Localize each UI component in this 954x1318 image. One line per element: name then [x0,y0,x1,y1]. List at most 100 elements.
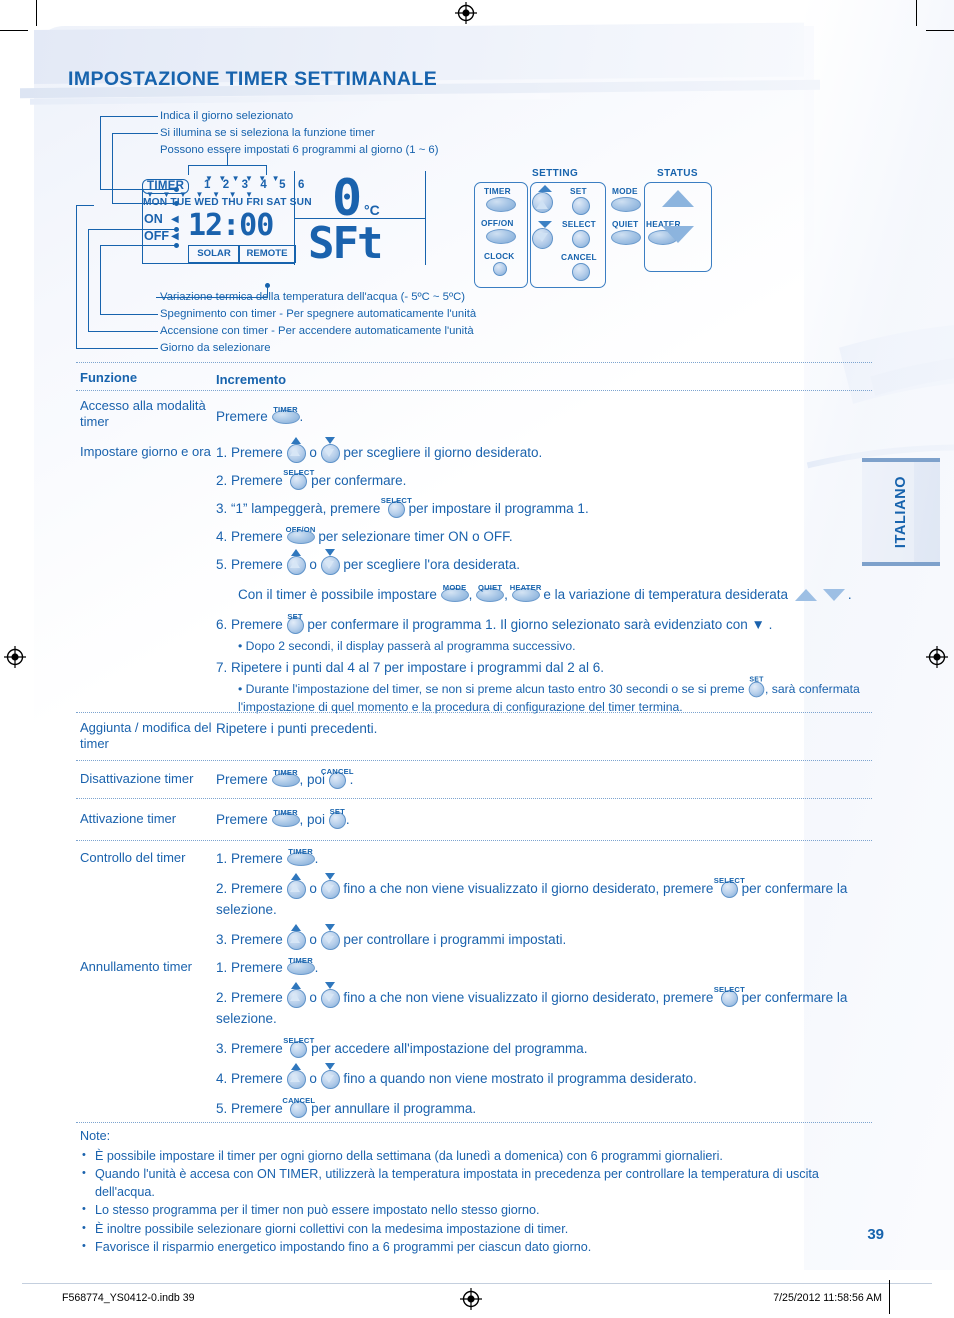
step-number: 1. [216,960,228,975]
lcd-remote-label: REMOTE [238,245,296,263]
timer-button-inline[interactable]: TIMER [286,847,315,867]
step-text: Premere [231,990,287,1005]
step-text-post: per selezionare timer ON o OFF. [314,529,513,544]
up-button-inline[interactable] [286,872,306,899]
remote-set-button[interactable] [572,197,590,215]
select-button-inline[interactable]: SELECT [283,468,314,490]
remote-cancel-button[interactable] [572,263,590,281]
offon-button-inline[interactable]: OFF/ON [286,525,315,545]
notes-list: È possibile impostare il timer per ogni … [80,1147,880,1257]
remote-quiet-button[interactable] [611,230,641,245]
note-item: Favorisce il risparmio energetico impost… [80,1238,880,1257]
remote-down-button[interactable] [532,228,553,249]
step-6-note: • Dopo 2 secondi, il display passerà al … [238,637,876,655]
select-button-inline[interactable]: SELECT [714,876,745,898]
quiet-button-inline[interactable]: QUIET [476,583,505,603]
step-1: 1. Premere TIMER. [216,956,876,978]
table-top-divider [76,362,872,363]
footer-divider [22,1283,932,1284]
step-text: “1” lampeggerà, premere [231,501,385,516]
note-item: Quando l'unità è accesa con ON TIMER, ut… [80,1165,855,1201]
select-button-inline[interactable]: SELECT [381,496,412,518]
row-body-add-modify-timer: Ripetere i punti precedenti. [216,721,378,736]
button-caption: CANCEL [282,1095,316,1105]
select-button-inline[interactable]: SELECT [714,985,745,1007]
step-text: Premere [231,1041,287,1056]
cancel-button-inline[interactable]: CANCEL [321,767,354,789]
down-button-inline[interactable] [320,548,340,575]
remote-select-label: SELECT [562,219,596,229]
remote-select-button[interactable] [572,230,590,248]
row-body-set-day-time: 1. Premere o per scegliere il giorno des… [216,436,876,718]
remote-up-button[interactable] [532,192,553,213]
step-text: Premere [231,617,287,632]
step-text: Premere [216,409,272,424]
step-text-post: fino a quando non viene mostrato il prog… [339,1071,697,1086]
set-button-inline[interactable]: SET [328,807,346,829]
button-caption: SELECT [380,495,412,505]
step-text: Premere [231,851,287,866]
timer-button-inline[interactable]: TIMER [271,808,300,828]
set-button-inline[interactable]: SET [748,676,765,698]
up-button-inline[interactable] [286,436,306,463]
step-3: 3. Premere SELECT per accedere all'impos… [216,1036,876,1059]
footer-timestamp: 7/25/2012 11:58:56 AM [773,1292,882,1304]
remote-mode-button[interactable] [611,197,641,212]
step-text-post: . [314,851,319,866]
step-number: 5. [216,557,228,572]
step-number: 5. [216,1101,228,1116]
row-divider [76,798,872,799]
down-button-inline[interactable] [320,981,340,1008]
status-down-triangle-inline[interactable] [822,589,845,602]
remote-timer-button[interactable] [486,197,516,212]
step-number: 2. [216,881,228,896]
step-text-post: . [314,960,319,975]
step-4: 4. Premere o fino a quando non viene mos… [216,1062,876,1089]
timer-button-inline[interactable]: TIMER [271,768,300,788]
remote-status-up-button[interactable] [662,190,694,207]
remote-offon-button[interactable] [486,229,516,244]
conjunction-or: o [309,881,317,896]
step-text: Premere [231,445,287,460]
column-header-increment: Incremento [216,372,287,387]
timer-button-inline[interactable]: TIMER [271,405,300,425]
step-number: 6. [216,617,228,632]
step-text-post: per impostare il programma 1. [404,501,589,516]
remote-clock-button[interactable] [493,262,507,276]
note-text: Durante l'impostazione del timer, se non… [245,682,748,696]
set-button-inline[interactable]: SET [286,612,304,634]
button-caption: SELECT [713,875,745,885]
step-number: 3. [216,932,228,947]
up-button-inline[interactable] [286,923,306,950]
step-number: 3. [216,1041,228,1056]
up-button-inline[interactable] [286,981,306,1008]
down-button-inline[interactable] [320,1062,340,1089]
down-button-inline[interactable] [320,436,340,463]
heater-button-inline[interactable]: HEATER [510,583,541,603]
step-5: 5. Premere CANCEL per annullare il progr… [216,1096,876,1119]
button-caption: TIMER [273,808,298,818]
remote-status-down-button[interactable] [662,226,694,243]
button-caption: SET [287,611,303,621]
cancel-button-inline[interactable]: CANCEL [282,1096,315,1118]
separator: , [468,587,473,602]
select-button-inline[interactable]: SELECT [283,1036,314,1058]
down-button-inline[interactable] [320,923,340,950]
button-caption: CANCEL [320,766,354,776]
row-divider [76,712,872,713]
row-label-deactivate-timer: Disattivazione timer [80,771,194,786]
step-text-mid: e la variazione di temperatura desiderat… [539,587,792,602]
row-body-check-timer: 1. Premere TIMER. 2. Premere o fino a ch… [216,847,876,952]
status-up-triangle-inline[interactable] [794,589,817,602]
up-button-inline[interactable] [286,1062,306,1089]
timer-button-inline[interactable]: TIMER [286,956,315,976]
language-label: ITALIANO [893,475,909,549]
lcd-temperature-value: 0 [332,169,363,227]
callout-timer-on: Accensione con timer - Per accendere aut… [160,325,474,337]
down-button-inline[interactable] [320,872,340,899]
up-button-inline[interactable] [286,548,306,575]
step-number: 2. [216,990,228,1005]
mode-button-inline[interactable]: MODE [440,583,469,603]
step-text: Premere [216,772,272,787]
step-7: 7. Ripetere i punti dal 4 al 7 per impos… [216,657,876,678]
